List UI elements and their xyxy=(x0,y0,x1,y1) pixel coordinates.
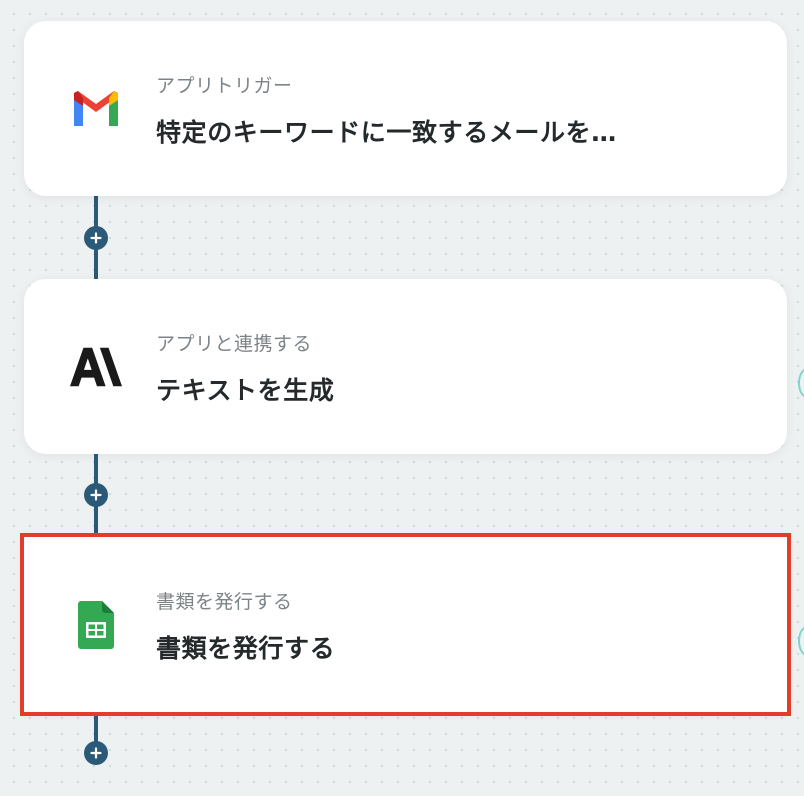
step-type-label: 書類を発行する xyxy=(156,591,293,613)
edge-handle[interactable] xyxy=(798,626,804,656)
step-title: 特定のキーワードに一致するメールを… xyxy=(156,118,617,147)
flow-step-card-action[interactable]: アプリと連携する テキストを生成 xyxy=(24,279,787,454)
add-step-button[interactable] xyxy=(84,741,108,765)
plus-icon xyxy=(90,747,102,759)
step-title: 書類を発行する xyxy=(156,634,336,663)
edge-handle[interactable] xyxy=(798,368,804,398)
flow-step-card-document[interactable]: 書類を発行する 書類を発行する xyxy=(20,533,791,716)
step-type-label: アプリと連携する xyxy=(156,333,313,355)
plus-icon xyxy=(90,489,102,501)
flow-step-card-trigger[interactable]: アプリトリガー 特定のキーワードに一致するメールを… xyxy=(24,21,787,196)
anthropic-icon xyxy=(70,341,122,393)
gmail-icon xyxy=(70,83,122,135)
step-type-label: アプリトリガー xyxy=(156,75,293,97)
step-title: テキストを生成 xyxy=(156,376,335,405)
add-step-button[interactable] xyxy=(84,226,108,250)
add-step-button[interactable] xyxy=(84,483,108,507)
google-sheets-icon xyxy=(70,599,122,651)
plus-icon xyxy=(90,232,102,244)
